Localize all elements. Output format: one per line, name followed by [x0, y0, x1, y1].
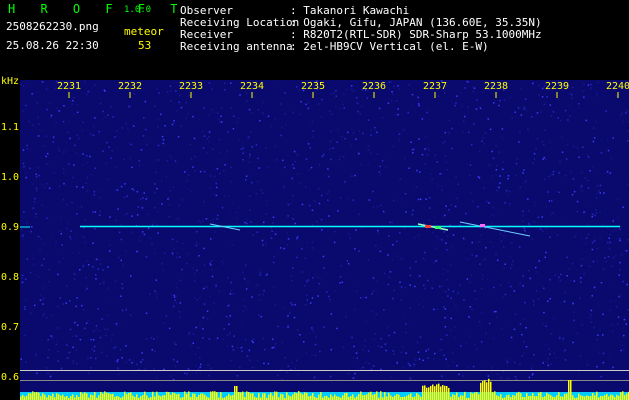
time-tick-label: 2233 [179, 81, 203, 92]
file-name: 2508262230.png [6, 20, 99, 33]
meteor-head [435, 226, 441, 229]
app-logo: H R O F F T [8, 2, 187, 16]
time-tick-label: 2236 [362, 81, 386, 92]
meteor-head [480, 224, 485, 227]
meteor-head [425, 225, 431, 228]
header: H R O F F T 1.0.0 2508262230.png 25.08.2… [0, 0, 629, 74]
unit-label: kHz [1, 76, 19, 87]
time-tick-label: 2232 [118, 81, 142, 92]
freq-tick-label: 0.6 [1, 372, 19, 383]
app-version: 1.0.0 [124, 5, 152, 15]
counter-label: meteor [124, 25, 164, 38]
counter-value: 53 [138, 39, 152, 52]
freq-tick-label: 1.1 [1, 122, 19, 133]
time-tick-label: 2235 [301, 81, 325, 92]
time-tick-label: 2234 [240, 81, 264, 92]
time-tick-label: 2239 [545, 81, 569, 92]
spectrogram: kHz 2231 2232 2233 2234 2235 2236 2237 2238 2239 2… [0, 76, 629, 400]
antenna-value: : 2el-HB9CV Vertical (el. E-W) [290, 40, 489, 53]
time-tick-label: 2231 [57, 81, 81, 92]
freq-tick-label: 0.8 [1, 272, 19, 283]
time-tick-label: 2238 [484, 81, 508, 92]
freq-tick-label: 1.0 [1, 172, 19, 183]
time-tick-label: 2240 [606, 81, 629, 92]
time-tick-label: 2237 [423, 81, 447, 92]
freq-tick-label: 0.9 [1, 222, 19, 233]
spectrum-area [20, 80, 629, 400]
freq-tick-label: 0.7 [1, 322, 19, 333]
file-datetime: 25.08.26 22:30 [6, 39, 99, 52]
antenna-label: Receiving antenna [180, 40, 293, 53]
